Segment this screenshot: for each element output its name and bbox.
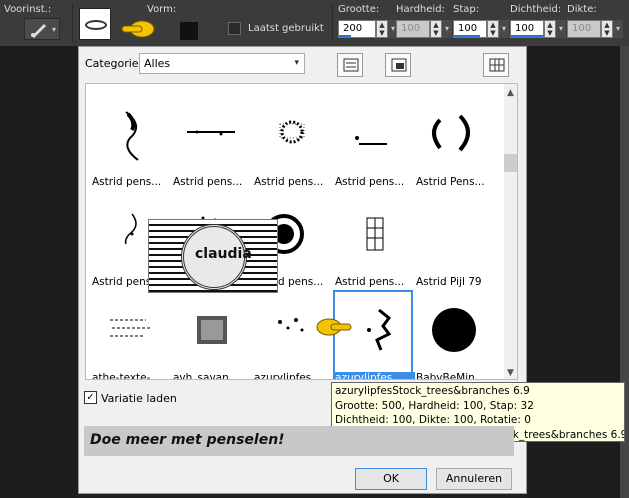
divider <box>332 4 333 42</box>
brush-item-label: Astrid pens... <box>254 176 324 188</box>
category-select[interactable]: Alles ▾ <box>139 53 305 74</box>
folder-icon <box>391 58 407 72</box>
grid-view-button[interactable] <box>483 53 509 77</box>
size-label: Grootte: <box>338 4 380 15</box>
brush-item-label: Astrid pens... <box>335 276 405 288</box>
grid-scrollbar[interactable]: ▲ ▼ <box>504 84 517 379</box>
pointing-hand-icon <box>121 20 155 38</box>
brush-item[interactable]: Astrid pens... <box>335 100 411 192</box>
brush-item[interactable]: avh_savan... <box>173 296 249 379</box>
brush-item[interactable]: azurylipfes... <box>254 296 330 379</box>
chevron-down-icon: ▾ <box>294 58 299 68</box>
watermark-logo: claudia <box>148 219 278 293</box>
divider <box>72 4 73 42</box>
preset-button[interactable]: ▾ <box>24 18 60 40</box>
brush-thumbnail <box>432 308 476 352</box>
hardness-label: Hardheid: <box>396 4 445 15</box>
brush-item[interactable]: Astrid pens... <box>92 100 168 192</box>
workspace-left <box>0 46 78 498</box>
step-input[interactable]: 100 <box>453 20 487 38</box>
cancel-button[interactable]: Annuleren <box>436 468 512 490</box>
brush-preview-icon <box>85 20 107 30</box>
density-input[interactable]: 100 <box>510 20 545 38</box>
size-level-bar <box>339 35 351 37</box>
brush-item[interactable]: BabyBeMin... <box>416 296 492 379</box>
brush-item[interactable]: Astrid Pens... <box>416 100 492 192</box>
brush-item[interactable]: azurylipfes... <box>333 290 415 379</box>
brush-thumbnail <box>420 204 488 268</box>
watermark-name: claudia <box>195 246 252 262</box>
variation-label: Variatie laden <box>101 392 177 405</box>
step-dropdown[interactable]: ▾ <box>499 20 509 38</box>
brush-item-label: avh_savan... <box>173 372 239 380</box>
density-stepper[interactable]: ▲ ▼ <box>544 20 556 38</box>
brush-shape-thumbnail[interactable] <box>79 8 111 40</box>
hardness-dropdown[interactable]: ▾ <box>442 20 452 38</box>
category-label: Categorie: <box>85 57 143 70</box>
app-window: Voorinst.: ▾ Vorm: Laatst gebruikt Groot… <box>0 0 629 498</box>
preset-label: Voorinst.: <box>4 4 52 15</box>
brush-item-label: azurylipfes... <box>254 372 322 380</box>
tooltip-line: azurylipfesStock_trees&branches 6.9 <box>335 385 530 397</box>
brush-item-label: Astrid pens... <box>173 176 243 188</box>
recent-label: Laatst gebruikt <box>248 23 324 34</box>
brush-item-label: azurylipfes... <box>335 372 415 379</box>
hardness-input[interactable]: 100 <box>396 20 430 38</box>
thickness-stepper[interactable]: ▲ ▼ <box>601 20 613 38</box>
brush-item-label: Astrid Pijl 79 <box>416 276 482 288</box>
brush-icon <box>31 24 46 38</box>
more-brushes-banner[interactable]: Doe meer met penselen! <box>84 426 514 456</box>
variation-checkbox[interactable]: ✓ <box>84 391 97 404</box>
banner-text: Doe meer met penselen! <box>90 432 285 448</box>
tool-options-bar: Voorinst.: ▾ Vorm: Laatst gebruikt Groot… <box>0 0 629 46</box>
brush-thumbnail <box>197 316 227 344</box>
brush-item-label: Astrid pens... <box>92 176 162 188</box>
brush-item-label: BabyBeMin... <box>416 372 485 380</box>
shape-label: Vorm: <box>147 4 177 15</box>
thickness-input[interactable]: 100 <box>567 20 601 38</box>
thickness-dropdown[interactable]: ▾ <box>613 20 623 38</box>
brush-thumbnail <box>110 319 150 337</box>
scroll-down-icon[interactable]: ▼ <box>507 368 514 378</box>
brush-item[interactable]: Astrid pens... <box>173 100 249 192</box>
tooltip-line: Grootte: 500, Hardheid: 100, Stap: 32 <box>335 399 534 412</box>
brush-thumbnail <box>187 130 235 136</box>
scrollbar-thumb[interactable] <box>504 154 517 172</box>
brush-thumbnail <box>279 120 305 144</box>
resource-manager-button[interactable] <box>385 53 411 77</box>
brush-thumbnail <box>125 111 139 161</box>
brush-item-label: Astrid pens... <box>335 176 405 188</box>
size-input[interactable]: 200 <box>338 20 376 38</box>
hardness-stepper[interactable]: ▲ ▼ <box>430 20 442 38</box>
brush-swatch[interactable] <box>180 22 198 40</box>
scroll-up-icon[interactable]: ▲ <box>507 88 514 98</box>
step-label: Stap: <box>453 4 480 15</box>
view-list-button[interactable] <box>337 53 363 77</box>
brush-thumbnail <box>432 114 470 152</box>
step-stepper[interactable]: ▲ ▼ <box>487 20 499 38</box>
brush-item-label: Astrid Pens... <box>416 176 485 188</box>
pointing-hand-icon <box>316 318 352 336</box>
brush-item[interactable]: athe-texte-... <box>92 296 168 379</box>
step-level-bar <box>454 35 480 37</box>
brush-item[interactable]: Astrid pens... <box>335 200 411 292</box>
brush-item[interactable]: Astrid pens... <box>254 100 330 192</box>
chevron-down-icon: ▾ <box>51 25 56 34</box>
list-view-icon <box>343 58 359 72</box>
brush-item[interactable]: Astrid Pijl 79 <box>416 200 492 292</box>
density-level-bar <box>511 35 545 37</box>
brush-thumbnail <box>366 217 384 251</box>
grid-view-icon <box>489 58 505 72</box>
thickness-label: Dikte: <box>567 4 597 15</box>
brush-item-label: athe-texte-... <box>92 372 161 380</box>
recent-checkbox[interactable] <box>228 22 241 35</box>
ok-button[interactable]: OK <box>355 468 427 490</box>
density-label: Dichtheid: <box>510 4 562 15</box>
density-dropdown[interactable]: ▾ <box>556 20 566 38</box>
size-stepper[interactable]: ▲ ▼ <box>376 20 388 38</box>
brush-thumbnail <box>355 136 387 145</box>
